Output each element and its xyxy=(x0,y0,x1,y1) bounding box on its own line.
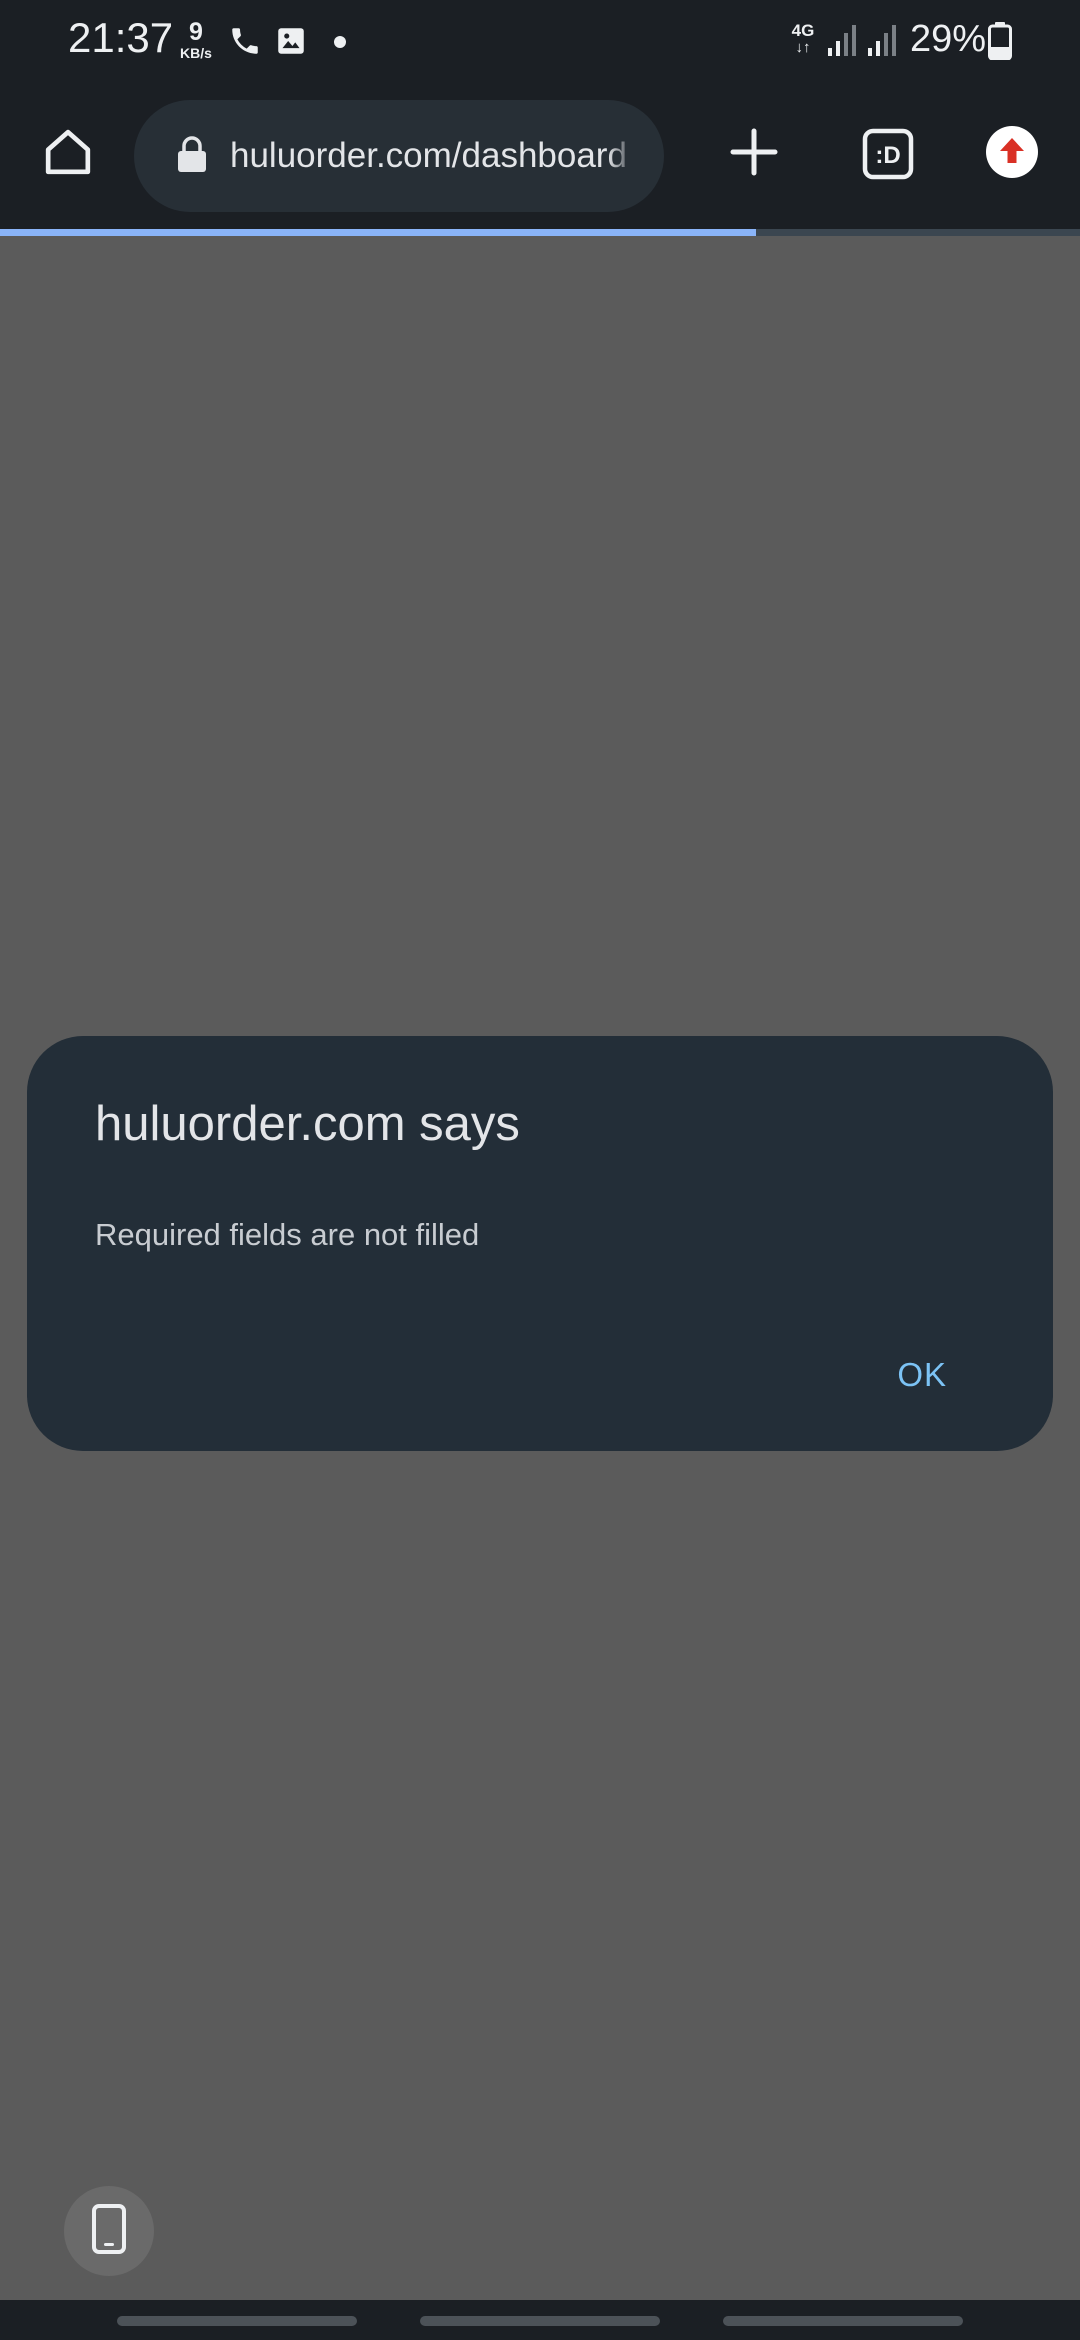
status-time: 21:37 xyxy=(68,14,174,61)
system-nav-bar xyxy=(0,2300,1080,2340)
network-speed-unit: KB/s xyxy=(180,45,212,61)
phone-device-icon xyxy=(91,2203,127,2259)
floating-device-button[interactable] xyxy=(64,2186,154,2276)
tab-switcher-label: :D xyxy=(875,142,900,169)
alert-dialog: huluorder.com says Required fields are n… xyxy=(27,1036,1053,1451)
address-bar[interactable]: huluorder.com/dashboard xyxy=(134,100,664,212)
home-button[interactable] xyxy=(28,114,108,194)
update-icon xyxy=(985,125,1039,184)
signal-icon xyxy=(866,24,898,63)
new-tab-button[interactable] xyxy=(714,114,794,194)
network-speed-value: 9 xyxy=(189,18,203,46)
battery-percent: 29% xyxy=(910,18,987,60)
nav-recents-button[interactable] xyxy=(117,2316,357,2326)
status-bar: 21:37 9 KB/s 4G ↓↑ 29% xyxy=(0,0,1080,84)
tab-switcher-icon: :D xyxy=(862,128,914,180)
dialog-title: huluorder.com says xyxy=(95,1097,520,1151)
url-text[interactable]: huluorder.com/dashboard xyxy=(230,136,636,176)
network-speed: 9 KB/s xyxy=(176,18,216,61)
update-button[interactable] xyxy=(972,114,1052,194)
page-load-progress-fill xyxy=(0,229,756,236)
nav-back-button[interactable] xyxy=(723,2316,963,2326)
browser-toolbar: huluorder.com/dashboard :D xyxy=(0,84,1080,230)
phone-icon xyxy=(228,24,262,63)
notification-dot xyxy=(334,36,346,48)
image-icon xyxy=(274,24,308,63)
ok-button[interactable]: OK xyxy=(897,1356,947,1394)
signal-icon xyxy=(826,24,858,63)
lock-icon[interactable] xyxy=(176,135,208,178)
page-load-progress xyxy=(0,229,1080,236)
battery-icon xyxy=(988,22,1012,65)
nav-home-button[interactable] xyxy=(420,2316,660,2326)
home-icon xyxy=(40,124,96,185)
tab-switcher-button[interactable]: :D xyxy=(848,114,928,194)
new-tab-icon xyxy=(730,128,778,181)
network-type: 4G ↓↑ xyxy=(791,21,815,56)
dialog-message: Required fields are not filled xyxy=(95,1217,480,1252)
